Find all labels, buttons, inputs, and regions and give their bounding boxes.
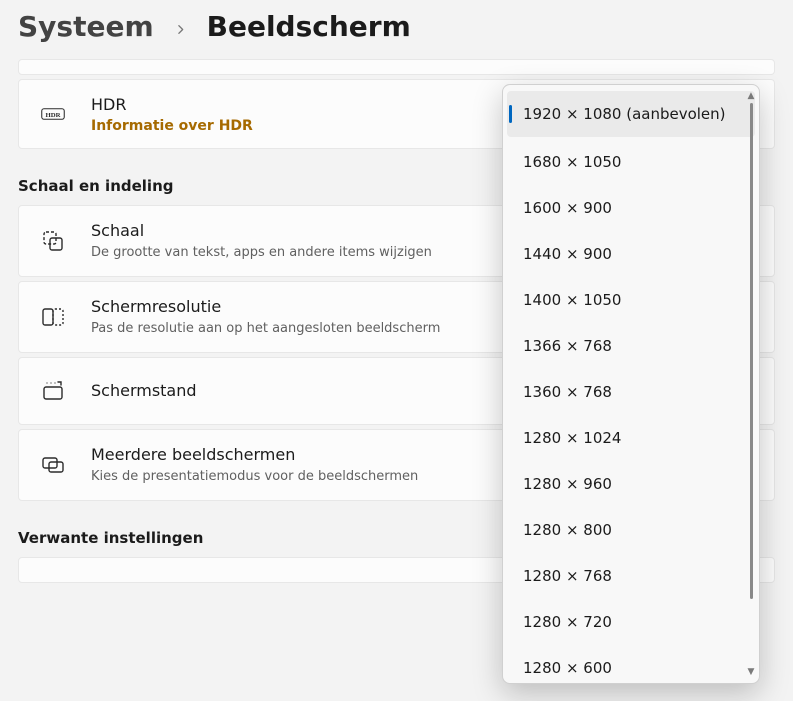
resolution-option[interactable]: 1280 × 800: [503, 507, 759, 553]
dropdown-scrollbar[interactable]: ▲ ▼: [745, 89, 757, 679]
scale-title: Schaal: [91, 220, 432, 242]
resolution-subtitle: Pas de resolutie aan op het aangesloten …: [91, 320, 440, 338]
resolution-option[interactable]: 1280 × 600: [503, 645, 759, 679]
scrollbar-thumb[interactable]: [750, 103, 753, 599]
multiple-displays-title: Meerdere beeldschermen: [91, 444, 418, 466]
resolution-option[interactable]: 1280 × 1024: [503, 415, 759, 461]
breadcrumb-parent[interactable]: Systeem: [18, 10, 154, 43]
scale-subtitle: De grootte van tekst, apps en andere ite…: [91, 244, 432, 262]
resolution-option[interactable]: 1360 × 768: [503, 369, 759, 415]
resolution-option[interactable]: 1280 × 720: [503, 599, 759, 645]
scroll-down-arrow-icon[interactable]: ▼: [748, 665, 755, 679]
resolution-option[interactable]: 1920 × 1080 (aanbevolen): [507, 91, 755, 137]
scale-icon: [39, 229, 67, 253]
resolution-dropdown[interactable]: 1920 × 1080 (aanbevolen)1680 × 10501600 …: [502, 84, 760, 684]
resolution-option[interactable]: 1366 × 768: [503, 323, 759, 369]
svg-text:HDR: HDR: [46, 112, 61, 119]
resolution-option[interactable]: 1440 × 900: [503, 231, 759, 277]
resolution-option[interactable]: 1280 × 960: [503, 461, 759, 507]
breadcrumb-current: Beeldscherm: [207, 10, 411, 43]
card-top-edge: [18, 59, 775, 75]
scroll-up-arrow-icon[interactable]: ▲: [748, 89, 755, 103]
multiple-displays-subtitle: Kies de presentatiemodus voor de beeldsc…: [91, 468, 418, 486]
hdr-info-link[interactable]: Informatie over HDR: [91, 118, 253, 134]
multiple-displays-icon: [39, 453, 67, 477]
orientation-icon: [39, 379, 67, 403]
resolution-option[interactable]: 1400 × 1050: [503, 277, 759, 323]
breadcrumb: Systeem Beeldscherm: [0, 0, 793, 59]
hdr-title: HDR: [91, 94, 253, 116]
resolution-option[interactable]: 1280 × 768: [503, 553, 759, 599]
resolution-title: Schermresolutie: [91, 296, 440, 318]
hdr-icon: HDR: [39, 102, 67, 126]
resolution-option[interactable]: 1680 × 1050: [503, 139, 759, 185]
chevron-right-icon: [174, 10, 187, 43]
orientation-title: Schermstand: [91, 380, 197, 402]
resolution-icon: [39, 305, 67, 329]
resolution-option[interactable]: 1600 × 900: [503, 185, 759, 231]
